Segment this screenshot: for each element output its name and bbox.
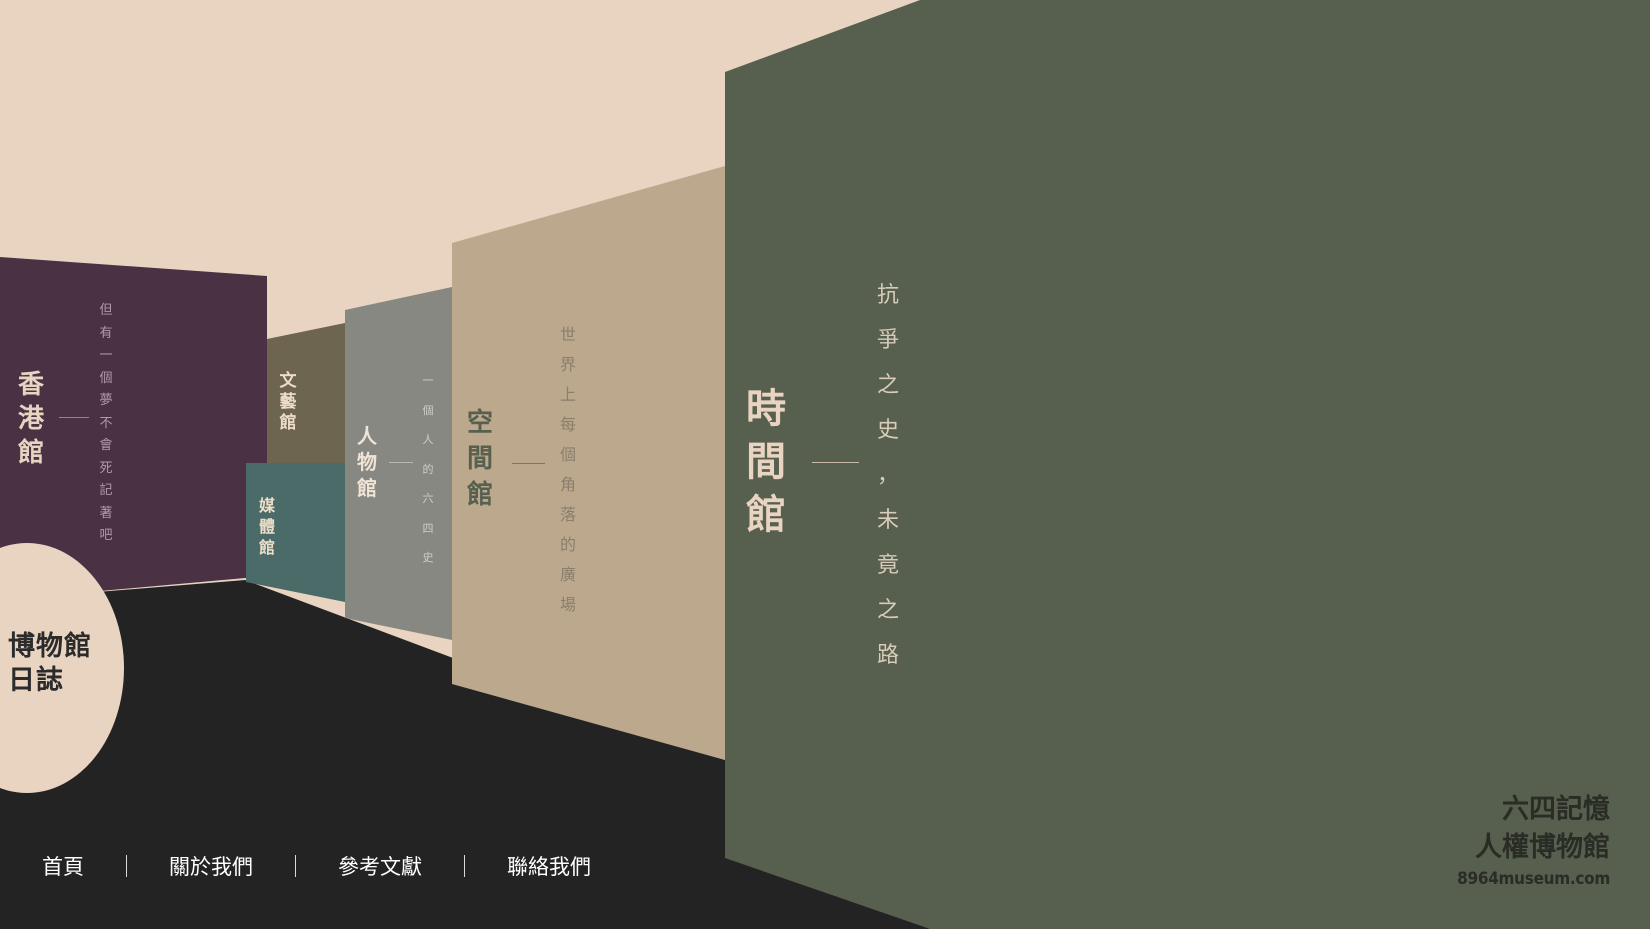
brand-name-line2: 人權博物館 <box>1475 832 1610 863</box>
museum-corridor-scene <box>0 0 1650 929</box>
nav-contact-link[interactable]: 聯絡我們 <box>485 851 613 881</box>
hall-space-tagline: 世界上每個角落的廣場 <box>559 325 576 614</box>
hall-hong-kong-divider <box>59 417 89 418</box>
hall-literature-art-title[interactable]: 文藝館 <box>277 371 299 434</box>
hall-hong-kong-tagline: 但有一個夢不會死記著吧 <box>99 303 113 543</box>
hall-time-wall[interactable] <box>725 0 1650 929</box>
hall-people-divider <box>389 462 413 463</box>
brand-url: 8964museum.com <box>1457 869 1610 889</box>
hall-hong-kong-title[interactable]: 香港館 <box>14 368 48 470</box>
nav-separator <box>126 855 127 877</box>
nav-separator <box>295 855 296 877</box>
nav-home-link[interactable]: 首頁 <box>20 851 106 881</box>
hall-people-tagline: 一個人的六四史 <box>422 374 434 564</box>
hall-people-title[interactable]: 人物館 <box>354 423 380 501</box>
footer-nav: 首頁 關於我們 參考文獻 聯絡我們 <box>20 851 613 881</box>
museum-journal-label[interactable]: 博物館日誌 <box>8 630 118 698</box>
nav-about-link[interactable]: 關於我們 <box>147 851 275 881</box>
brand-logo[interactable]: 六四記憶 人權博物館 8964museum.com <box>1457 791 1610 891</box>
hall-space-divider <box>512 463 545 464</box>
hall-time-tagline: 抗爭之史，未竟之路 <box>876 283 899 668</box>
hall-media-title[interactable]: 媒體館 <box>256 495 278 558</box>
brand-name-line1: 六四記憶 <box>1502 794 1610 825</box>
hall-time-title[interactable]: 時間館 <box>740 383 792 542</box>
nav-separator <box>464 855 465 877</box>
nav-references-link[interactable]: 參考文獻 <box>316 851 444 881</box>
hall-space-title[interactable]: 空間館 <box>463 405 497 513</box>
hall-time-divider <box>812 462 859 463</box>
